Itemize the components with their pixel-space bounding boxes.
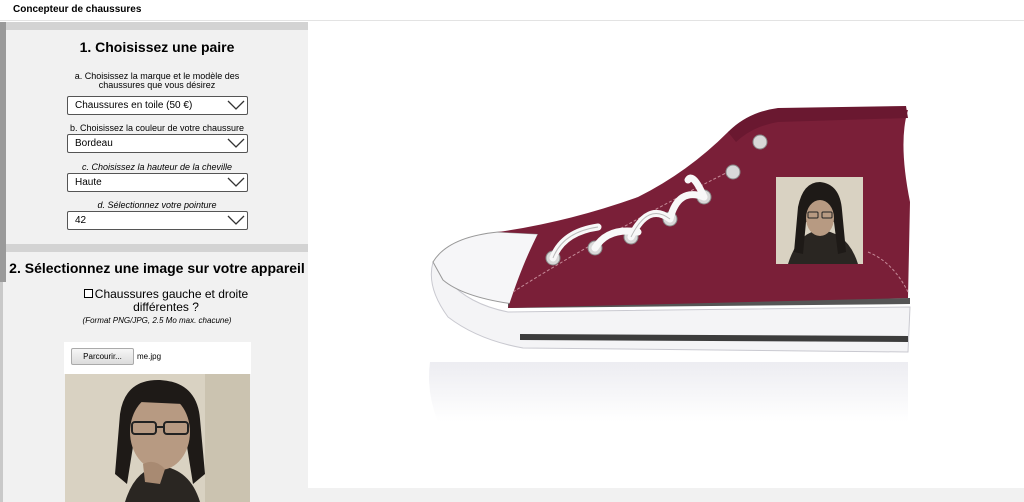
step2-heading: 2. Sélectionnez une image sur votre appa… [9,260,305,276]
bottom-bar [308,488,1024,502]
step1-heading: 1. Choisissez une paire [79,39,235,55]
section-divider [6,22,308,30]
chevron-down-icon [227,100,245,110]
section-divider [6,244,308,252]
title-bar: Concepteur de chaussures [0,0,1024,21]
color-select[interactable]: Bordeau [67,134,248,153]
size-select[interactable]: 42 [67,211,248,230]
height-label: c. Choisissez la hauteur de la cheville [81,162,233,172]
size-label: d. Sélectionnez votre pointure [97,200,217,210]
app-title: Concepteur de chaussures [13,4,142,15]
file-upload: Parcourir... me.jpg [64,342,251,374]
config-panel: 1. Choisissez une paire a. Choisissez la… [0,22,308,502]
size-select-value: 42 [75,215,87,226]
brand-label: a. Choisissez la marque et le modèle des… [74,71,240,90]
file-name: me.jpg [137,352,162,361]
shoe-custom-image [776,177,863,264]
color-label: b. Choisissez la couleur de votre chauss… [69,123,245,133]
preview-area [308,22,1024,488]
chevron-down-icon [227,215,245,225]
format-note: (Format PNG/JPG, 2.5 Mo max. chacune) [82,316,232,325]
brand-select[interactable]: Chaussures en toile (50 €) [67,96,248,115]
browse-button[interactable]: Parcourir... [71,348,134,365]
checkbox-label-line1: Chaussures gauche et droite [94,287,249,301]
checkbox-box[interactable] [83,289,93,298]
color-select-value: Bordeau [75,138,113,149]
brand-select-value: Chaussures en toile (50 €) [75,100,193,111]
shoe-preview [429,106,911,422]
different-shoes-checkbox[interactable]: Chaussures gauche et droite différentes … [76,288,256,314]
scrollbar-thumb[interactable] [0,22,6,282]
height-select[interactable]: Haute [67,173,248,192]
chevron-down-icon [227,177,245,187]
uploaded-image-preview [65,374,250,502]
checkbox-label-line2: différentes ? [133,300,199,314]
scrollbar-track [0,282,3,502]
height-select-value: Haute [75,177,102,188]
chevron-down-icon [227,138,245,148]
